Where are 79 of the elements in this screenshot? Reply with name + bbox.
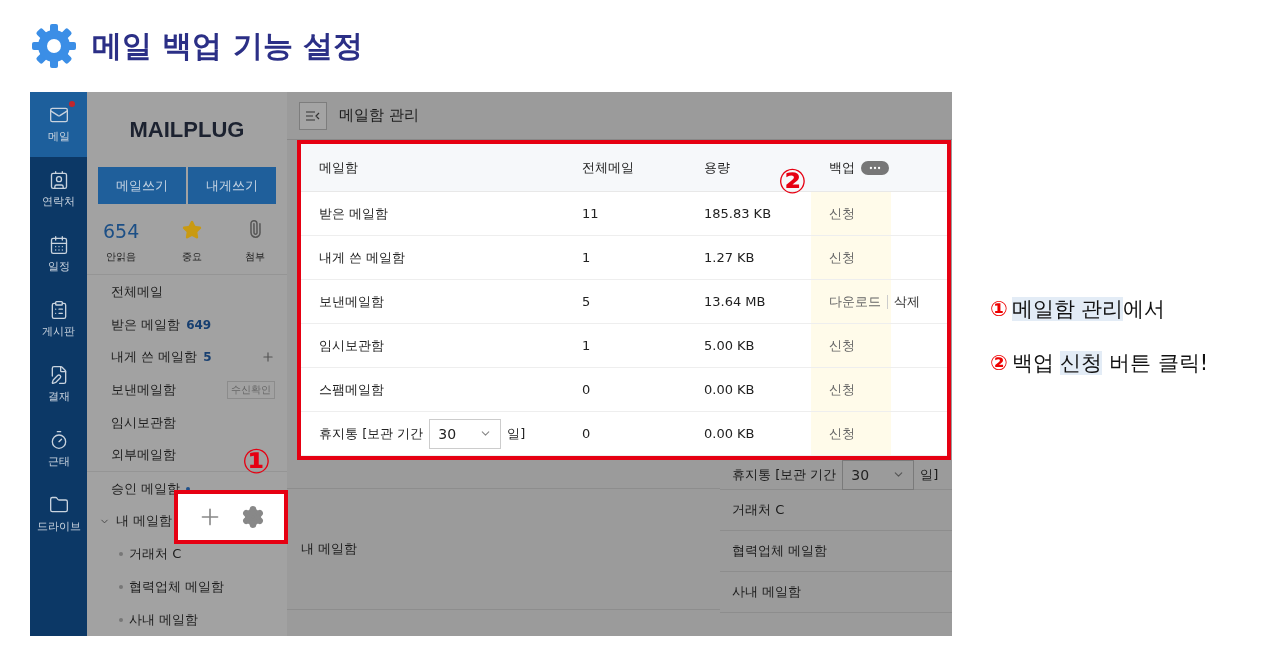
stat-label: 안읽음 (106, 250, 137, 265)
step-marker: ① (242, 444, 271, 478)
table-cell: 1 (582, 250, 591, 265)
table-cell: 거래처 C (732, 501, 785, 519)
table-cell: 1.27 KB (704, 250, 755, 265)
folder-name[interactable]: 사내 메일함 (129, 610, 199, 629)
nav-item[interactable]: 근태 (30, 417, 87, 482)
folder-icon (48, 495, 69, 515)
table-cell: 11 (582, 206, 599, 221)
stat-label: 중요 (182, 250, 203, 265)
table-cell: 5 (582, 294, 591, 309)
table-cell: 내 메일함 (301, 540, 358, 558)
instruction-text: ② 백업 신청 버튼 클릭! (990, 350, 1209, 377)
period-select[interactable]: 30 (429, 418, 502, 449)
table-cell: 5.00 KB (704, 338, 755, 353)
download-link[interactable]: 다운로드 (829, 292, 881, 311)
folder-name[interactable]: 보낸메일함 (111, 381, 176, 400)
apply-link[interactable]: 신청 (829, 380, 855, 399)
menu-toggle-button[interactable] (299, 101, 327, 130)
folder-name[interactable]: 내 메일함 (116, 512, 173, 531)
table-cell: 0 (582, 382, 591, 397)
table-cell: 사내 메일함 (732, 583, 802, 601)
mail-icon (48, 105, 69, 125)
column-header: 용량 (704, 158, 730, 177)
compose-button[interactable]: 메일쓰기 (98, 167, 186, 205)
panel-title: 메일함 관리 (339, 106, 419, 125)
gear-icon (30, 22, 78, 70)
folder-name[interactable]: 거래처 C (129, 545, 182, 564)
apply-link[interactable]: 신청 (829, 424, 855, 443)
folder-name[interactable]: 임시보관함 (111, 414, 176, 432)
collapse-menu-icon (306, 110, 320, 121)
folder-name[interactable]: 받은 메일함 (111, 315, 181, 334)
table-cell: 임시보관함 (319, 336, 384, 355)
apply-link[interactable]: 신청 (829, 248, 855, 267)
folder-name[interactable]: 전체메일 (111, 282, 163, 301)
table-cell: 휴지통 [보관 기간 (732, 465, 837, 484)
table-cell: 일] (920, 465, 939, 484)
add-icon[interactable] (261, 350, 275, 365)
folder-name[interactable]: 내게 쓴 메일함 (111, 348, 198, 367)
nav-item[interactable]: 메일 (30, 92, 87, 157)
folder-name[interactable]: 외부메일함 (111, 446, 176, 465)
nav-item[interactable]: 결재 (30, 352, 87, 417)
table-cell: 0 (582, 426, 591, 441)
mail-count: 649 (186, 317, 212, 332)
table-cell: 받은 메일함 (319, 204, 389, 223)
logo: MAILPLUG (128, 115, 246, 144)
nav-item[interactable]: 연락처 (30, 157, 87, 222)
mail-count: 5 (203, 350, 212, 365)
delete-link[interactable]: 삭제 (894, 292, 920, 311)
table-cell: 협력업체 메일함 (732, 542, 828, 560)
calendar-icon (48, 235, 69, 255)
table-cell: 스팸메일함 (319, 380, 384, 399)
apply-link[interactable]: 신청 (829, 336, 855, 355)
page-title: 메일 백업 기능 설정 (92, 26, 364, 65)
stat-label: 첨부 (245, 250, 265, 265)
more-icon[interactable] (861, 160, 889, 175)
compose-button[interactable]: 내게쓰기 (188, 167, 276, 205)
apply-link[interactable]: 신청 (829, 204, 855, 223)
contact-card-icon (48, 170, 69, 190)
folder-name[interactable]: 협력업체 메일함 (129, 577, 225, 596)
table-cell: 0.00 KB (704, 382, 755, 397)
table-cell: 0.00 KB (704, 426, 755, 441)
nav-item[interactable]: 일정 (30, 222, 87, 287)
table-cell: 185.83 KB (704, 206, 772, 221)
column-header: 백업 (829, 158, 855, 177)
column-header: 메일함 (319, 158, 358, 177)
table-cell: 내게 쓴 메일함 (319, 248, 406, 267)
nav-item[interactable]: 드라이브 (30, 482, 87, 547)
table-cell: 13.64 MB (704, 294, 766, 309)
table-cell: 보낸메일함 (319, 292, 384, 311)
table-cell: 일] (507, 424, 526, 443)
settings-icon[interactable] (241, 505, 265, 529)
period-select[interactable]: 30 (842, 459, 915, 490)
column-header: 전체메일 (582, 158, 634, 177)
table-cell: 1 (582, 338, 591, 353)
nav-item[interactable]: 게시판 (30, 287, 87, 352)
step-marker: ② (778, 164, 807, 198)
star-icon[interactable] (182, 220, 203, 241)
table-cell: 휴지통 [보관 기간 (319, 424, 424, 443)
